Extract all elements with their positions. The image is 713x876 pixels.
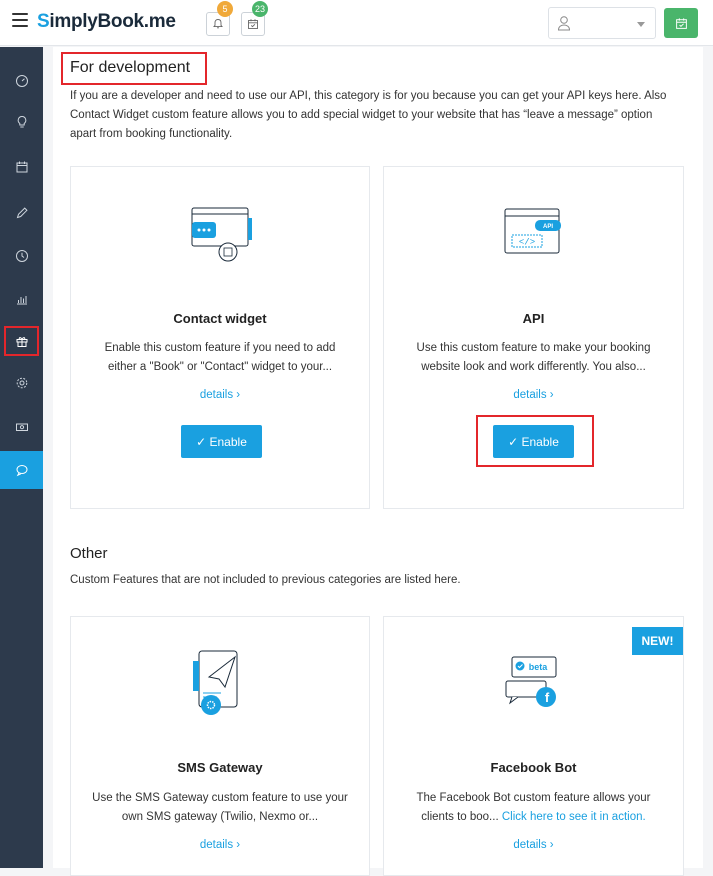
gift-icon — [16, 337, 27, 347]
bell-icon — [213, 19, 223, 29]
menu-icon[interactable] — [12, 13, 28, 27]
sidebar-item-settings[interactable] — [0, 364, 43, 402]
section-description-development: If you are a developer and need to use o… — [70, 90, 667, 140]
details-link[interactable]: details › — [384, 389, 683, 401]
card-description: Use the SMS Gateway custom feature to us… — [92, 792, 348, 823]
main-content: For development If you are a developer a… — [53, 47, 703, 876]
bar-chart-icon — [16, 296, 27, 305]
card-title: API — [522, 311, 545, 326]
calendar-icon — [675, 17, 687, 29]
facebook-bot-icon: beta f — [505, 656, 557, 707]
pencil-icon — [16, 207, 28, 219]
api-icon: API </> — [504, 208, 561, 254]
sidebar-item-custom-features[interactable] — [0, 322, 43, 360]
see-in-action-link[interactable]: Click here to see it in action. — [502, 811, 646, 823]
card-sms-gateway: SMS Gateway Use the SMS Gateway custom f… — [70, 616, 370, 876]
facebook-icon: f — [545, 690, 550, 705]
clock-icon — [15, 250, 28, 262]
sidebar-item-dashboard[interactable] — [0, 62, 43, 100]
card-title: Contact widget — [173, 311, 267, 326]
sidebar-item-payments[interactable] — [0, 408, 43, 446]
calendar-check-icon — [248, 19, 258, 29]
logo[interactable]: SimplyBook.me — [37, 11, 176, 33]
section-description-other: Custom Features that are not included to… — [70, 574, 461, 586]
bookings-badge: 23 — [251, 1, 268, 17]
new-booking-button[interactable] — [664, 8, 698, 38]
sidebar-item-calendar[interactable] — [0, 148, 43, 186]
lightbulb-icon — [17, 115, 26, 128]
card-description: The Facebook Bot custom feature allows y… — [402, 789, 665, 827]
sidebar-item-reports[interactable] — [0, 280, 43, 318]
bookings-button[interactable]: 23 — [241, 1, 268, 36]
user-menu-select[interactable] — [548, 7, 656, 39]
details-link[interactable]: details › — [71, 839, 369, 851]
details-link[interactable]: details › — [71, 389, 369, 401]
card-description: Use this custom feature to make your boo… — [416, 342, 651, 373]
card-description: Enable this custom feature if you need t… — [104, 342, 336, 373]
sms-gateway-icon — [193, 650, 238, 715]
money-icon — [15, 423, 28, 431]
dashboard-icon — [15, 75, 28, 87]
highlight-box — [476, 415, 594, 467]
sidebar-item-tips[interactable] — [0, 103, 43, 141]
contact-widget-icon — [191, 207, 252, 262]
details-link[interactable]: details › — [384, 839, 683, 851]
new-badge: NEW! — [632, 627, 683, 655]
card-title: SMS Gateway — [177, 760, 263, 775]
card-title: Facebook Bot — [490, 760, 577, 775]
section-title-other: Other — [70, 545, 108, 562]
notifications-button[interactable]: 5 — [206, 1, 233, 36]
enable-button[interactable]: ✓ Enable — [181, 425, 262, 458]
user-icon — [557, 16, 571, 31]
beta-label: beta — [529, 662, 549, 672]
card-api: API </> API Use this custom feature to m… — [383, 166, 684, 509]
api-icon-code: </> — [519, 238, 535, 248]
api-icon-label: API — [543, 224, 553, 230]
notifications-badge: 5 — [217, 1, 233, 17]
card-facebook-bot: NEW! beta f Facebook Bot The Facebook Bo… — [383, 616, 684, 876]
sidebar-item-history[interactable] — [0, 237, 43, 275]
calendar-icon — [16, 161, 27, 173]
chat-bubble-icon — [16, 465, 27, 477]
top-bar: SimplyBook.me 5 23 — [0, 0, 713, 46]
card-contact-widget: Contact widget Enable this custom featur… — [70, 166, 370, 509]
sidebar-item-design[interactable] — [0, 194, 43, 232]
chevron-down-icon — [637, 22, 645, 27]
sidebar — [0, 47, 43, 868]
highlight-box — [61, 52, 207, 85]
sidebar-item-chat[interactable] — [0, 451, 43, 489]
gear-icon — [16, 377, 27, 389]
